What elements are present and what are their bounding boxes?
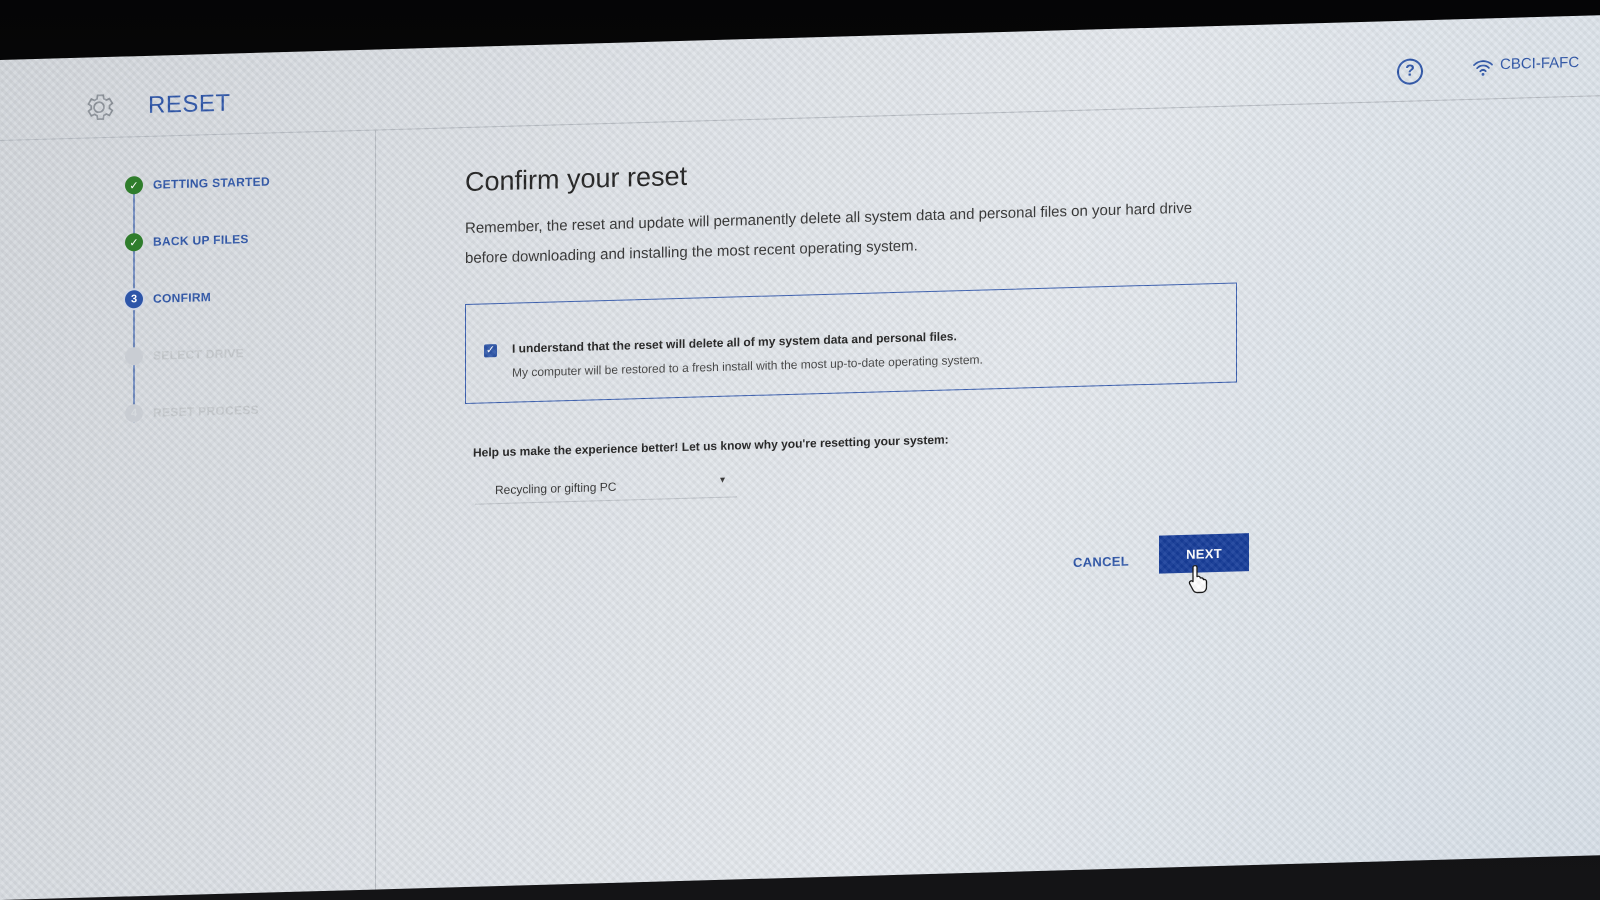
- acknowledge-label[interactable]: I understand that the reset will delete …: [512, 329, 957, 355]
- step-select-drive: SELECT DRIVE: [125, 343, 270, 404]
- step-reset-process: 4 RESET PROCESS: [125, 400, 270, 461]
- check-icon: ✓: [125, 176, 143, 195]
- step-confirm: 3 CONFIRM: [125, 286, 270, 347]
- wifi-icon[interactable]: [1472, 58, 1494, 77]
- reset-reason-value: Recycling or gifting PC: [495, 479, 617, 498]
- page-title: Confirm your reset: [465, 160, 688, 198]
- feedback-prompt: Help us make the experience better! Let …: [473, 432, 949, 460]
- cancel-button[interactable]: CANCEL: [1073, 553, 1129, 570]
- step-getting-started: ✓ GETTING STARTED: [125, 172, 270, 233]
- acknowledge-sublabel: My computer will be restored to a fresh …: [512, 352, 983, 380]
- confirm-panel: Confirm your reset Remember, the reset a…: [465, 145, 1265, 505]
- step-label: RESET PROCESS: [153, 402, 259, 420]
- reset-app-window: RESET ? CBCI-FAFC ✓ GETTING STARTED ✓ BA…: [0, 15, 1600, 900]
- step-number-badge: 3: [125, 290, 143, 309]
- step-number-badge: 4: [125, 404, 143, 423]
- step-label: GETTING STARTED: [153, 174, 270, 192]
- network-name[interactable]: CBCI-FAFC: [1500, 54, 1579, 73]
- hand-pointer-icon: [1188, 564, 1208, 594]
- app-title: RESET: [148, 89, 231, 119]
- confirm-acknowledgement-box: ✓ I understand that the reset will delet…: [465, 282, 1237, 405]
- check-icon: ✓: [125, 233, 143, 252]
- acknowledge-checkbox[interactable]: ✓: [484, 344, 497, 358]
- reset-description: Remember, the reset and update will perm…: [465, 193, 1225, 274]
- step-circle-icon: [125, 347, 143, 366]
- step-label: BACK UP FILES: [153, 232, 249, 249]
- step-list: ✓ GETTING STARTED ✓ BACK UP FILES 3 CONF…: [125, 172, 270, 461]
- gear-icon: [87, 94, 114, 121]
- help-icon[interactable]: ?: [1397, 58, 1423, 85]
- reset-reason-dropdown[interactable]: Recycling or gifting PC ▾: [475, 472, 737, 505]
- action-buttons: CANCEL NEXT: [1073, 533, 1253, 574]
- step-label: SELECT DRIVE: [153, 346, 244, 363]
- chevron-down-icon: ▾: [719, 474, 725, 486]
- step-back-up-files: ✓ BACK UP FILES: [125, 229, 270, 290]
- steps-sidebar: ✓ GETTING STARTED ✓ BACK UP FILES 3 CONF…: [0, 129, 376, 900]
- step-label: CONFIRM: [153, 290, 212, 306]
